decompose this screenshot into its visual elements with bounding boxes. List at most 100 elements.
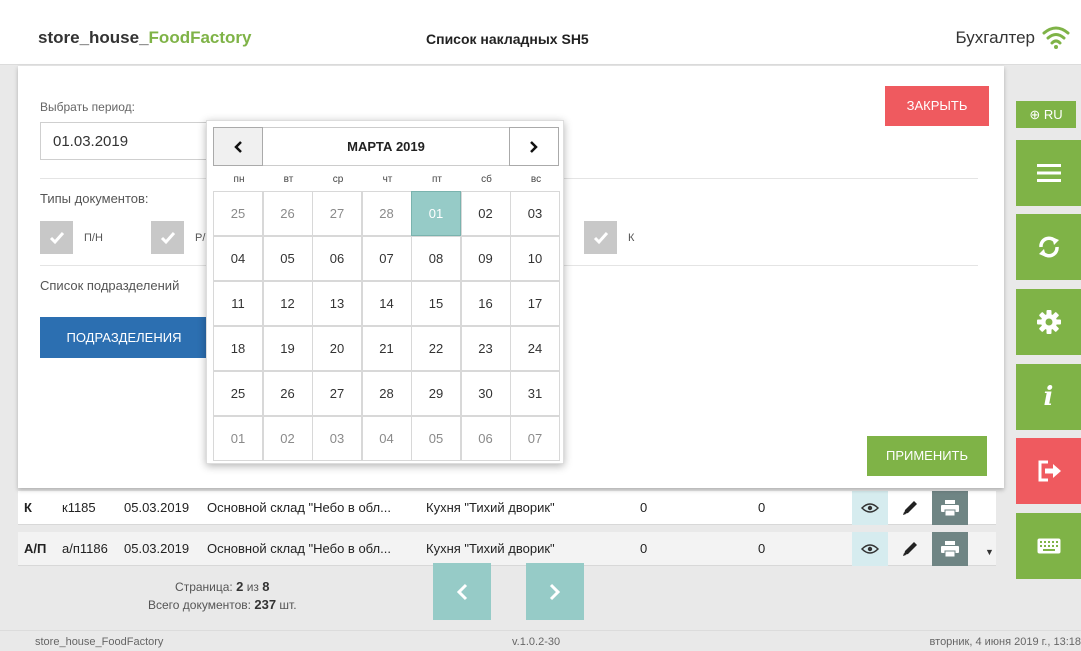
calendar-day[interactable]: 20	[312, 326, 362, 371]
doc-date: 05.03.2019	[124, 541, 190, 556]
calendar-day-selected[interactable]: 01	[411, 191, 461, 236]
menu-icon	[1036, 164, 1061, 182]
docs-count: 237	[254, 597, 277, 612]
sync-button[interactable]	[1016, 214, 1081, 280]
calendar-day[interactable]: 03	[510, 191, 560, 236]
apply-button[interactable]: ПРИМЕНИТЬ	[867, 436, 987, 476]
calendar-day[interactable]: 25	[213, 191, 263, 236]
calendar-day[interactable]: 09	[460, 236, 511, 281]
calendar-day[interactable]: 21	[361, 326, 412, 371]
calendar-day[interactable]: 10	[510, 236, 560, 281]
doc-type-checkbox[interactable]: К	[584, 221, 634, 254]
checkbox-box	[151, 221, 184, 254]
close-button[interactable]: ЗАКРЫТЬ	[885, 86, 989, 126]
date-picker-header: МАРТА 2019	[213, 127, 559, 166]
brand-main: store_house_	[38, 28, 149, 47]
calendar-day[interactable]: 06	[312, 236, 362, 281]
view-button[interactable]	[852, 532, 888, 566]
subdivisions-button[interactable]: ПОДРАЗДЕЛЕНИЯ	[40, 317, 208, 358]
subdivisions-label: Список подразделений	[40, 278, 180, 293]
weekday-header: ср	[332, 174, 344, 185]
prev-month-button[interactable]	[213, 127, 263, 166]
period-date-input[interactable]: 01.03.2019	[40, 122, 220, 160]
next-month-button[interactable]	[509, 127, 559, 166]
keyboard-button[interactable]	[1016, 513, 1081, 579]
prev-page-button[interactable]	[433, 563, 491, 620]
info-button[interactable]: i	[1016, 364, 1081, 430]
app-header: store_house_FoodFactory Список накладных…	[0, 0, 1081, 65]
calendar-day[interactable]: 27	[312, 371, 362, 416]
calendar-day[interactable]: 11	[213, 281, 263, 326]
calendar-day[interactable]: 26	[262, 191, 313, 236]
calendar-day[interactable]: 28	[361, 371, 412, 416]
doc-from: Основной склад "Небо в обл...	[207, 500, 391, 515]
pager-info: Страница: 2 из 8 Всего документов: 237 ш…	[148, 578, 297, 614]
calendar-day[interactable]: 26	[262, 371, 313, 416]
edit-button[interactable]	[892, 491, 928, 525]
doc-type-checkbox[interactable]: Р/	[151, 221, 205, 254]
page-of: из	[246, 580, 259, 594]
calendar-day[interactable]: 30	[460, 371, 511, 416]
calendar-day[interactable]: 04	[213, 236, 263, 281]
next-page-button[interactable]	[526, 563, 584, 620]
calendar-day[interactable]: 05	[262, 236, 313, 281]
table-row[interactable]: А/П а/п1186 05.03.2019 Основной склад "Н…	[18, 532, 996, 566]
calendar-day[interactable]: 27	[312, 191, 362, 236]
calendar-day[interactable]: 08	[411, 236, 461, 281]
doc-value-1: 0	[640, 541, 648, 556]
calendar-day[interactable]: 02	[262, 416, 313, 461]
footer-version: v.1.0.2-30	[512, 636, 561, 648]
doc-type-label: К	[628, 231, 635, 244]
doc-type-label: П/Н	[84, 231, 103, 244]
calendar-day[interactable]: 22	[411, 326, 461, 371]
print-button[interactable]	[932, 532, 968, 566]
month-label[interactable]: МАРТА 2019	[264, 139, 508, 154]
calendar-day[interactable]: 05	[411, 416, 461, 461]
logout-icon	[1038, 460, 1061, 482]
check-icon	[160, 231, 175, 244]
date-picker: МАРТА 2019 пн вт ср чт пт сб вс 25 26 27 28 01 02 03 0…	[206, 120, 564, 464]
printer-icon	[941, 541, 959, 557]
print-button[interactable]	[932, 491, 968, 525]
calendar-day[interactable]: 01	[213, 416, 263, 461]
calendar-day[interactable]: 04	[361, 416, 412, 461]
checkbox-box	[584, 221, 617, 254]
calendar-day[interactable]: 07	[510, 416, 560, 461]
calendar-day[interactable]: 23	[460, 326, 511, 371]
doc-number: а/п1186	[62, 541, 108, 556]
calendar-day[interactable]: 12	[262, 281, 313, 326]
settings-button[interactable]	[1016, 289, 1081, 355]
calendar-day[interactable]: 13	[312, 281, 362, 326]
logout-button[interactable]	[1016, 438, 1081, 504]
calendar-day[interactable]: 14	[361, 281, 412, 326]
calendar-day[interactable]: 24	[510, 326, 560, 371]
doc-type-checkbox[interactable]: П/Н	[40, 221, 103, 254]
menu-button[interactable]	[1016, 140, 1081, 206]
calendar-day[interactable]: 02	[460, 191, 511, 236]
language-button[interactable]: ⊕ RU	[1016, 101, 1076, 128]
doc-value-2: 0	[758, 541, 766, 556]
weekday-header: вс	[530, 174, 542, 185]
weekday-header: сб	[481, 174, 492, 185]
calendar-day[interactable]: 31	[510, 371, 560, 416]
calendar-day[interactable]: 15	[411, 281, 461, 326]
calendar-day[interactable]: 28	[361, 191, 412, 236]
scroll-down-arrow-icon[interactable]: ▼	[985, 547, 994, 557]
calendar-day[interactable]: 29	[411, 371, 461, 416]
calendar-day[interactable]: 18	[213, 326, 263, 371]
calendar-day[interactable]: 07	[361, 236, 412, 281]
view-button[interactable]	[852, 491, 888, 525]
calendar-day[interactable]: 19	[262, 326, 313, 371]
table-row[interactable]: К к1185 05.03.2019 Основной склад "Небо …	[18, 491, 996, 525]
weekday-header: вт	[283, 174, 294, 185]
docs-suffix: шт.	[279, 598, 297, 612]
calendar-day[interactable]: 17	[510, 281, 560, 326]
calendar-day[interactable]: 03	[312, 416, 362, 461]
calendar-day[interactable]: 25	[213, 371, 263, 416]
page-indicator: Страница: 2 из 8	[148, 578, 297, 596]
docs-total: Всего документов: 237 шт.	[148, 596, 297, 614]
calendar-day[interactable]: 16	[460, 281, 511, 326]
gear-icon	[1036, 310, 1061, 334]
edit-button[interactable]	[892, 532, 928, 566]
calendar-day[interactable]: 06	[460, 416, 511, 461]
